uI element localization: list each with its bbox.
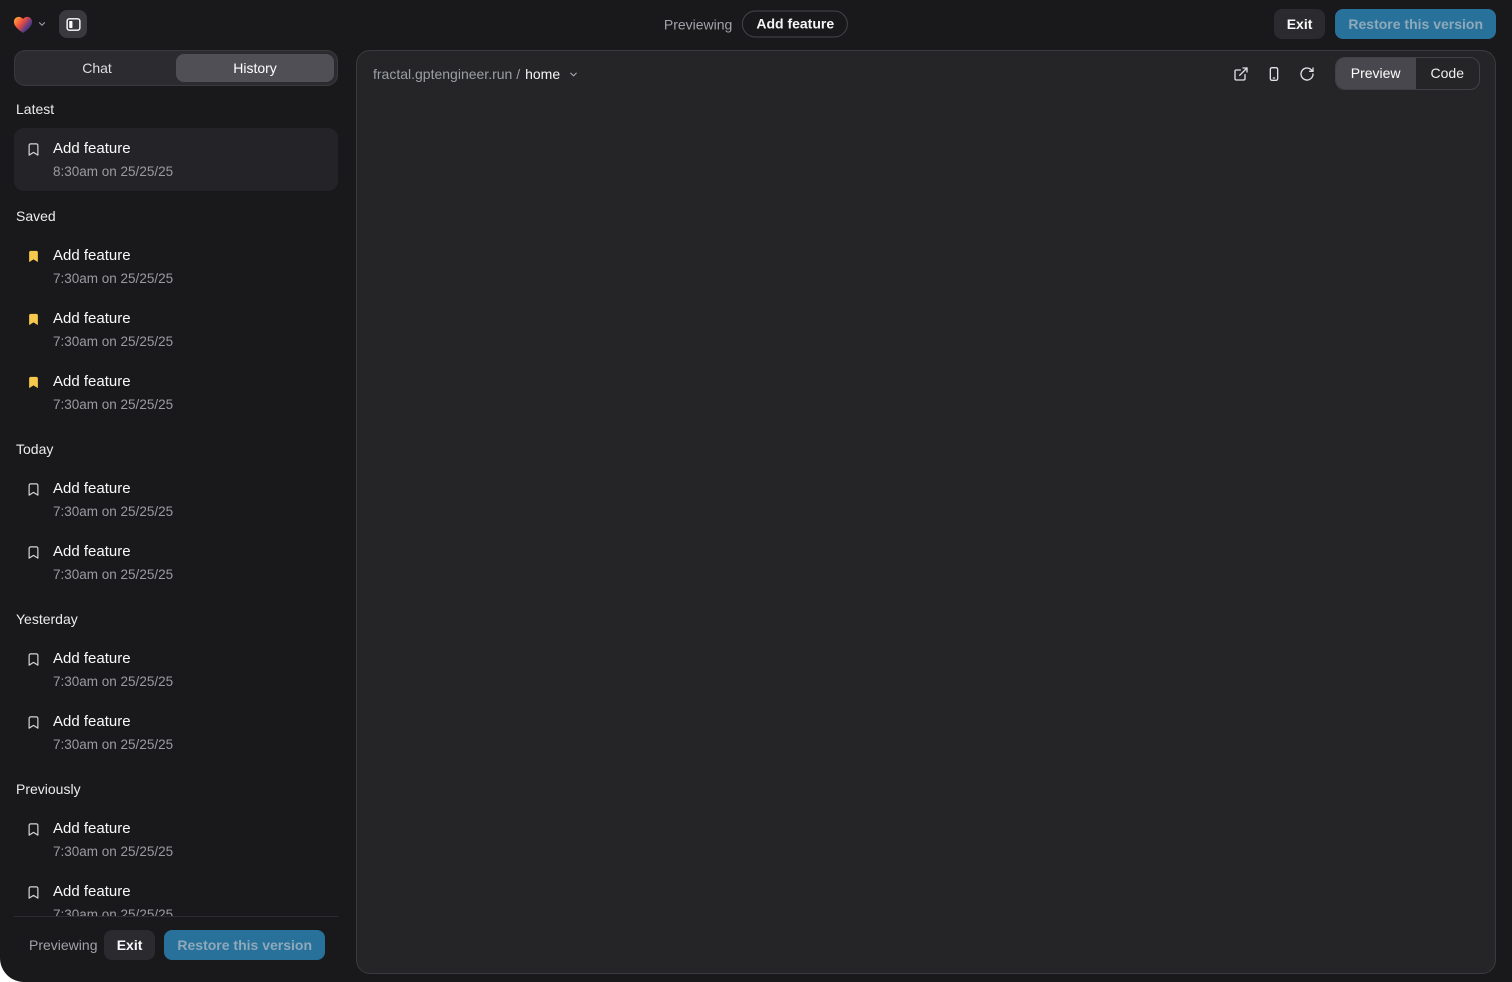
history-item[interactable]: Add feature 7:30am on 25/25/25 — [14, 361, 338, 424]
url-route-selector[interactable]: fractal.gptengineer.run / home — [373, 66, 579, 82]
bookmark-filled-icon — [26, 312, 42, 351]
history-item-title: Add feature — [53, 138, 173, 160]
history-section-yesterday: Yesterday Add feature 7:30am on 25/25/25… — [14, 610, 338, 764]
mobile-preview-button[interactable] — [1261, 61, 1287, 87]
view-tab-code[interactable]: Code — [1416, 58, 1479, 89]
history-item-title: Add feature — [53, 541, 173, 563]
sidebar-tab-switcher: ChatHistory — [14, 50, 338, 86]
mobile-preview-icon — [1266, 66, 1282, 82]
history-section-title: Today — [16, 440, 336, 458]
history-item-title: Add feature — [53, 648, 173, 670]
history-list: Latest Add feature 8:30am on 25/25/25 Sa… — [14, 86, 338, 916]
restore-version-button[interactable]: Restore this version — [1335, 9, 1496, 39]
top-bar: Previewing Add feature Exit Restore this… — [0, 0, 1512, 48]
view-tab-preview[interactable]: Preview — [1336, 58, 1416, 89]
tab-history[interactable]: History — [176, 54, 334, 82]
footer-previewing-label: Previewing — [29, 937, 97, 953]
history-item-title: Add feature — [53, 245, 173, 267]
open-external-button[interactable] — [1228, 61, 1254, 87]
history-item[interactable]: Add feature 7:30am on 25/25/25 — [14, 531, 338, 594]
history-section-title: Saved — [16, 207, 336, 225]
history-item-timestamp: 7:30am on 25/25/25 — [53, 565, 173, 584]
content-area: ChatHistory Latest Add feature 8:30am on… — [0, 48, 1512, 982]
url-route: home — [525, 66, 560, 82]
history-item[interactable]: Add feature 7:30am on 25/25/25 — [14, 235, 338, 298]
history-item-timestamp: 7:30am on 25/25/25 — [53, 269, 173, 288]
history-item-title: Add feature — [53, 371, 173, 393]
history-item-timestamp: 7:30am on 25/25/25 — [53, 905, 173, 916]
exit-button[interactable]: Exit — [1274, 9, 1326, 39]
history-item-timestamp: 7:30am on 25/25/25 — [53, 842, 173, 861]
history-item-timestamp: 7:30am on 25/25/25 — [53, 395, 173, 414]
bookmark-outline-icon — [26, 142, 42, 181]
preview-panel-header: fractal.gptengineer.run / home — [357, 51, 1495, 96]
history-section-title: Previously — [16, 780, 336, 798]
history-item-timestamp: 8:30am on 25/25/25 — [53, 162, 173, 181]
history-item-timestamp: 7:30am on 25/25/25 — [53, 735, 173, 754]
bookmark-filled-icon — [26, 375, 42, 414]
history-item[interactable]: Add feature 7:30am on 25/25/25 — [14, 298, 338, 361]
history-item[interactable]: Add feature 7:30am on 25/25/25 — [14, 468, 338, 531]
previewing-status-label: Previewing — [664, 16, 732, 32]
history-sidebar: ChatHistory Latest Add feature 8:30am on… — [14, 50, 338, 974]
history-item-title: Add feature — [53, 818, 173, 840]
preview-panel: fractal.gptengineer.run / home — [356, 50, 1496, 974]
bookmark-outline-icon — [26, 885, 42, 916]
history-item[interactable]: Add feature 7:30am on 25/25/25 — [14, 701, 338, 764]
view-mode-switcher: PreviewCode — [1335, 57, 1480, 90]
history-item-timestamp: 7:30am on 25/25/25 — [53, 502, 173, 521]
history-section-saved: Saved Add feature 7:30am on 25/25/25 Add… — [14, 207, 338, 424]
tab-chat[interactable]: Chat — [18, 54, 176, 82]
chevron-down-icon — [568, 69, 579, 80]
bookmark-outline-icon — [26, 822, 42, 861]
history-item[interactable]: Add feature 7:30am on 25/25/25 — [14, 808, 338, 871]
open-external-icon — [1233, 66, 1249, 82]
history-item-title: Add feature — [53, 478, 173, 500]
history-section-latest: Latest Add feature 8:30am on 25/25/25 — [14, 100, 338, 191]
bookmark-outline-icon — [26, 482, 42, 521]
history-item-timestamp: 7:30am on 25/25/25 — [53, 672, 173, 691]
history-item[interactable]: Add feature 8:30am on 25/25/25 — [14, 128, 338, 191]
footer-restore-version-button[interactable]: Restore this version — [164, 930, 325, 960]
history-item[interactable]: Add feature 7:30am on 25/25/25 — [14, 638, 338, 701]
bookmark-outline-icon — [26, 545, 42, 584]
url-domain: fractal.gptengineer.run / — [373, 66, 520, 82]
history-section-today: Today Add feature 7:30am on 25/25/25 Add… — [14, 440, 338, 594]
app-window: Previewing Add feature Exit Restore this… — [0, 0, 1512, 982]
chevron-down-icon — [37, 19, 47, 29]
bookmark-outline-icon — [26, 715, 42, 754]
history-section-previously: Previously Add feature 7:30am on 25/25/2… — [14, 780, 338, 916]
history-item-timestamp: 7:30am on 25/25/25 — [53, 332, 173, 351]
history-item[interactable]: Add feature 7:30am on 25/25/25 — [14, 871, 338, 916]
sidebar-toggle-button[interactable] — [59, 10, 87, 38]
lovable-heart-logo-icon — [12, 14, 34, 34]
history-section-title: Yesterday — [16, 610, 336, 628]
history-section-title: Latest — [16, 100, 336, 118]
preview-viewport[interactable] — [357, 96, 1495, 973]
workspace-menu[interactable] — [12, 14, 47, 34]
history-item-title: Add feature — [53, 881, 173, 903]
history-item-title: Add feature — [53, 711, 173, 733]
sidebar-footer: Previewing Exit Restore this version — [14, 916, 338, 974]
footer-exit-button[interactable]: Exit — [104, 930, 156, 960]
version-name-badge[interactable]: Add feature — [742, 11, 848, 38]
bookmark-outline-icon — [26, 652, 42, 691]
refresh-icon — [1299, 66, 1315, 82]
panel-left-icon — [65, 16, 82, 33]
history-item-title: Add feature — [53, 308, 173, 330]
bookmark-filled-icon — [26, 249, 42, 288]
refresh-button[interactable] — [1294, 61, 1320, 87]
